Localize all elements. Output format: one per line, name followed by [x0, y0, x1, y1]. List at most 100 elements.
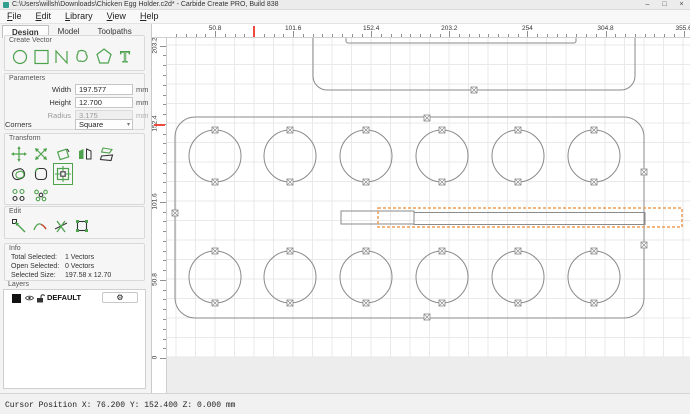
egg-hole-circle[interactable]: [568, 130, 620, 182]
menu-file[interactable]: File: [0, 10, 29, 23]
node-marker[interactable]: [424, 115, 430, 121]
layer-gear-button[interactable]: ⚙: [102, 292, 138, 303]
curve-edit-icon[interactable]: [30, 215, 50, 237]
maximize-button[interactable]: □: [656, 0, 673, 10]
curve-tool-icon[interactable]: [73, 45, 93, 67]
node-marker[interactable]: [287, 179, 293, 185]
ruler-tick: [537, 34, 538, 38]
ruler-tick: [654, 34, 655, 38]
width-field[interactable]: [75, 84, 133, 95]
ruler-tick: [391, 34, 392, 38]
ruler-tick: [163, 212, 167, 213]
menu-edit[interactable]: Edit: [29, 10, 59, 23]
node-marker[interactable]: [591, 300, 597, 306]
node-marker[interactable]: [515, 179, 521, 185]
ruler-tick: [283, 34, 284, 38]
node-select-icon[interactable]: [9, 215, 29, 237]
node-marker[interactable]: [363, 127, 369, 133]
egg-hole-circle[interactable]: [416, 251, 468, 303]
ruler-tick: [163, 55, 167, 56]
transform-title: Transform: [9, 135, 41, 142]
design-canvas[interactable]: [167, 38, 690, 393]
join-vectors-icon[interactable]: [72, 215, 92, 237]
node-marker[interactable]: [591, 179, 597, 185]
ruler-tick: [196, 34, 197, 38]
node-marker[interactable]: [641, 169, 647, 175]
minimize-button[interactable]: –: [639, 0, 656, 10]
egg-hole-circle[interactable]: [492, 130, 544, 182]
move-icon[interactable]: [9, 143, 29, 165]
node-marker[interactable]: [515, 300, 521, 306]
ruler-tick: [557, 34, 558, 38]
node-marker[interactable]: [439, 179, 445, 185]
ruler-tick: [274, 34, 275, 38]
round-corners-icon[interactable]: [31, 163, 51, 185]
ruler-tick: [163, 309, 167, 310]
node-marker[interactable]: [471, 87, 477, 93]
node-marker[interactable]: [641, 242, 647, 248]
menu-library[interactable]: Library: [58, 10, 100, 23]
circular-array-icon[interactable]: [31, 184, 51, 206]
visibility-eye-icon[interactable]: [25, 294, 34, 302]
node-marker[interactable]: [515, 248, 521, 254]
polyline-tool-icon[interactable]: [52, 45, 72, 67]
node-marker[interactable]: [287, 248, 293, 254]
node-marker[interactable]: [172, 210, 178, 216]
ruler-tick: [163, 85, 167, 86]
node-marker[interactable]: [212, 179, 218, 185]
node-marker[interactable]: [439, 248, 445, 254]
scale-icon[interactable]: [31, 143, 51, 165]
egg-hole-circle[interactable]: [492, 251, 544, 303]
circle-tool-icon[interactable]: [10, 45, 30, 67]
node-marker[interactable]: [212, 127, 218, 133]
ruler-tick: [163, 299, 167, 300]
menu-help[interactable]: Help: [133, 10, 166, 23]
rectangle-tool-icon[interactable]: [31, 45, 51, 67]
info-title: Info: [9, 245, 21, 252]
close-button[interactable]: ×: [673, 0, 690, 10]
layer-row-default[interactable]: DEFAULT ⚙: [4, 291, 145, 305]
node-marker[interactable]: [363, 248, 369, 254]
egg-hole-circle[interactable]: [264, 251, 316, 303]
node-marker[interactable]: [363, 179, 369, 185]
title-bar: C:\Users\willsh\Downloads\Chicken Egg Ho…: [0, 0, 690, 10]
offset-icon[interactable]: [9, 163, 29, 185]
trim-icon[interactable]: [51, 215, 71, 237]
lock-icon[interactable]: [36, 294, 45, 303]
ruler-tick: [163, 173, 167, 174]
node-marker[interactable]: [515, 127, 521, 133]
text-tool-icon[interactable]: T: [115, 45, 135, 67]
egg-hole-circle[interactable]: [340, 251, 392, 303]
linear-array-icon[interactable]: [9, 184, 29, 206]
node-marker[interactable]: [591, 248, 597, 254]
ruler-tick: [352, 34, 353, 38]
node-marker[interactable]: [287, 300, 293, 306]
mirror-icon[interactable]: [75, 143, 95, 165]
egg-hole-circle[interactable]: [416, 130, 468, 182]
distort-icon[interactable]: [97, 143, 117, 165]
menu-view[interactable]: View: [100, 10, 133, 23]
node-marker[interactable]: [424, 314, 430, 320]
egg-hole-circle[interactable]: [568, 251, 620, 303]
egg-hole-circle[interactable]: [264, 130, 316, 182]
node-marker[interactable]: [363, 300, 369, 306]
node-marker[interactable]: [439, 300, 445, 306]
node-marker[interactable]: [212, 300, 218, 306]
ruler-tick: [235, 34, 236, 38]
node-marker[interactable]: [212, 248, 218, 254]
ruler-label: 0: [152, 346, 159, 370]
rotate-icon[interactable]: [53, 143, 73, 165]
ruler-tick: [459, 34, 460, 38]
height-field[interactable]: [75, 97, 133, 108]
node-marker[interactable]: [591, 127, 597, 133]
layer-color-swatch[interactable]: [12, 294, 21, 303]
corners-select[interactable]: Square ▾: [75, 119, 133, 130]
align-icon[interactable]: [53, 163, 73, 185]
node-marker[interactable]: [439, 127, 445, 133]
ruler-tick: [163, 143, 167, 144]
partial-vector-shape[interactable]: [346, 38, 576, 43]
ruler-tick: [566, 34, 567, 38]
node-marker[interactable]: [287, 127, 293, 133]
egg-hole-circle[interactable]: [340, 130, 392, 182]
polygon-tool-icon[interactable]: [94, 45, 114, 67]
